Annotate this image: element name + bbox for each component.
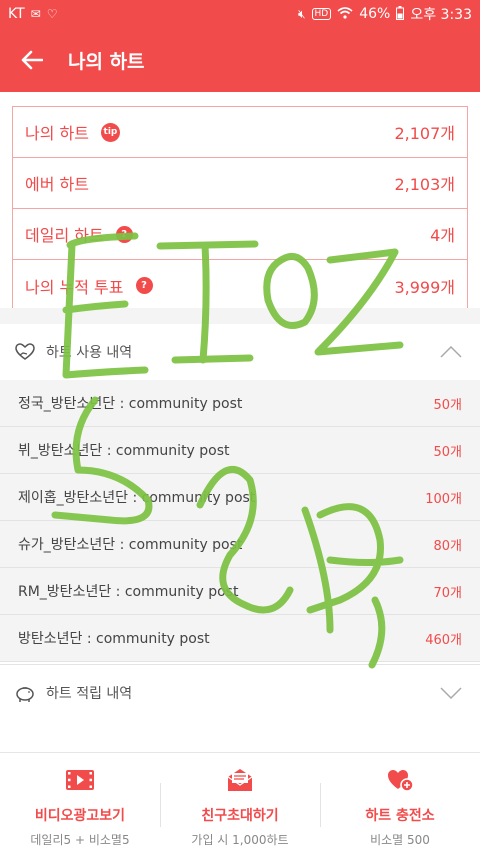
history-amount: 70개 — [433, 585, 462, 601]
footer-actions: 비디오광고보기 데일리5 + 비소멸5 친구초대하기 가입 시 1,000하트 … — [0, 752, 480, 853]
earn-history-header[interactable]: 하트 적립 내역 — [0, 664, 480, 720]
back-button[interactable] — [0, 28, 64, 92]
video-ad-sub: 데일리5 + 비소멸5 — [30, 833, 130, 847]
invite-friend-label: 친구초대하기 — [201, 808, 279, 824]
usage-history-list: 정국_방탄소년단 : community post 50개 뷔_방탄소년단 : … — [0, 380, 480, 662]
tip-icon[interactable]: tip — [100, 122, 120, 142]
history-amount: 100개 — [425, 491, 462, 507]
summary-row-total-votes: 나의 누적 투표 ? 3,999개 — [13, 260, 467, 311]
summary-value: 3,999개 — [394, 277, 455, 297]
mute-icon: 🔇︎ — [297, 7, 306, 21]
piggy-bank-icon — [16, 686, 34, 702]
history-desc: 정국_방탄소년단 : community post — [18, 396, 243, 412]
chevron-down-icon — [440, 686, 462, 699]
heart-hand-icon — [15, 343, 35, 360]
divider — [0, 308, 480, 324]
usage-history-title: 하트 사용 내역 — [46, 345, 133, 361]
list-item: 정국_방탄소년단 : community post 50개 — [0, 380, 480, 427]
arrow-left-icon — [21, 50, 43, 70]
heart-plus-icon — [388, 770, 414, 792]
history-amount: 80개 — [433, 538, 462, 554]
summary-label: 나의 하트 — [25, 124, 89, 143]
summary-value: 4개 — [430, 226, 455, 245]
list-item: 뷔_방탄소년단 : community post 50개 — [0, 427, 480, 474]
list-item: 제이홉_방탄소년단 : community post 100개 — [0, 474, 480, 521]
battery-percent: 46% — [359, 6, 391, 22]
video-ad-button[interactable]: 비디오광고보기 데일리5 + 비소멸5 — [0, 753, 160, 853]
heart-summary-table: 나의 하트 tip 2,107개 에버 하트 2,103개 데일리 하트 ? 4… — [12, 106, 468, 312]
summary-row-ever-hearts: 에버 하트 2,103개 — [13, 158, 467, 209]
clock: 오후 3:33 — [410, 7, 472, 23]
heart-charge-button[interactable]: 하트 충전소 비소멸 500 — [320, 753, 480, 853]
summary-label: 나의 누적 투표 — [25, 277, 124, 297]
history-desc: 뷔_방탄소년단 : community post — [18, 443, 230, 459]
invite-friend-button[interactable]: 친구초대하기 가입 시 1,000하트 — [160, 753, 320, 853]
summary-label: 데일리 하트 — [25, 226, 104, 245]
history-amount: 50개 — [433, 397, 462, 413]
list-item: 방탄소년단 : community post 460개 — [0, 615, 480, 662]
video-icon — [66, 770, 94, 790]
summary-value: 2,107개 — [394, 124, 455, 143]
help-icon[interactable]: ? — [115, 225, 133, 243]
usage-history-header[interactable]: 하트 사용 내역 — [0, 324, 480, 380]
carrier-label: KT — [8, 6, 25, 22]
wifi-icon — [337, 7, 353, 21]
hd-icon: HD — [311, 8, 332, 20]
history-desc: 방탄소년단 : community post — [18, 631, 210, 647]
invite-friend-sub: 가입 시 1,000하트 — [191, 833, 289, 847]
status-bar: KT ✉ ♡ 🔇︎ HD 46% 오후 3:33 — [0, 0, 480, 28]
list-item: 슈가_방탄소년단 : community post 80개 — [0, 521, 480, 568]
battery-icon — [396, 6, 405, 22]
history-amount: 50개 — [433, 444, 462, 460]
summary-row-daily-hearts: 데일리 하트 ? 4개 — [13, 209, 467, 260]
history-desc: 제이홉_방탄소년단 : community post — [18, 490, 256, 506]
summary-label: 에버 하트 — [25, 175, 89, 194]
video-ad-label: 비디오광고보기 — [34, 808, 126, 824]
list-item: RM_방탄소년단 : community post 70개 — [0, 568, 480, 615]
chevron-up-icon — [440, 346, 462, 358]
history-amount: 460개 — [425, 632, 462, 648]
heart-charge-sub: 비소멸 500 — [370, 833, 430, 847]
main-content: 나의 하트 tip 2,107개 에버 하트 2,103개 데일리 하트 ? 4… — [0, 92, 480, 752]
summary-value: 2,103개 — [394, 175, 455, 194]
help-icon[interactable]: ? — [135, 277, 153, 294]
heart-charge-label: 하트 충전소 — [365, 808, 435, 824]
summary-row-my-hearts: 나의 하트 tip 2,107개 — [13, 107, 467, 158]
history-desc: 슈가_방탄소년단 : community post — [18, 537, 243, 553]
heart-outline-icon: ♡ — [46, 7, 58, 21]
app-bar: 나의 하트 — [0, 28, 480, 92]
history-desc: RM_방탄소년단 : community post — [18, 584, 239, 600]
page-title: 나의 하트 — [68, 50, 145, 73]
invite-mail-icon — [227, 769, 253, 791]
mail-icon: ✉ — [30, 7, 41, 21]
earn-history-title: 하트 적립 내역 — [46, 685, 133, 702]
